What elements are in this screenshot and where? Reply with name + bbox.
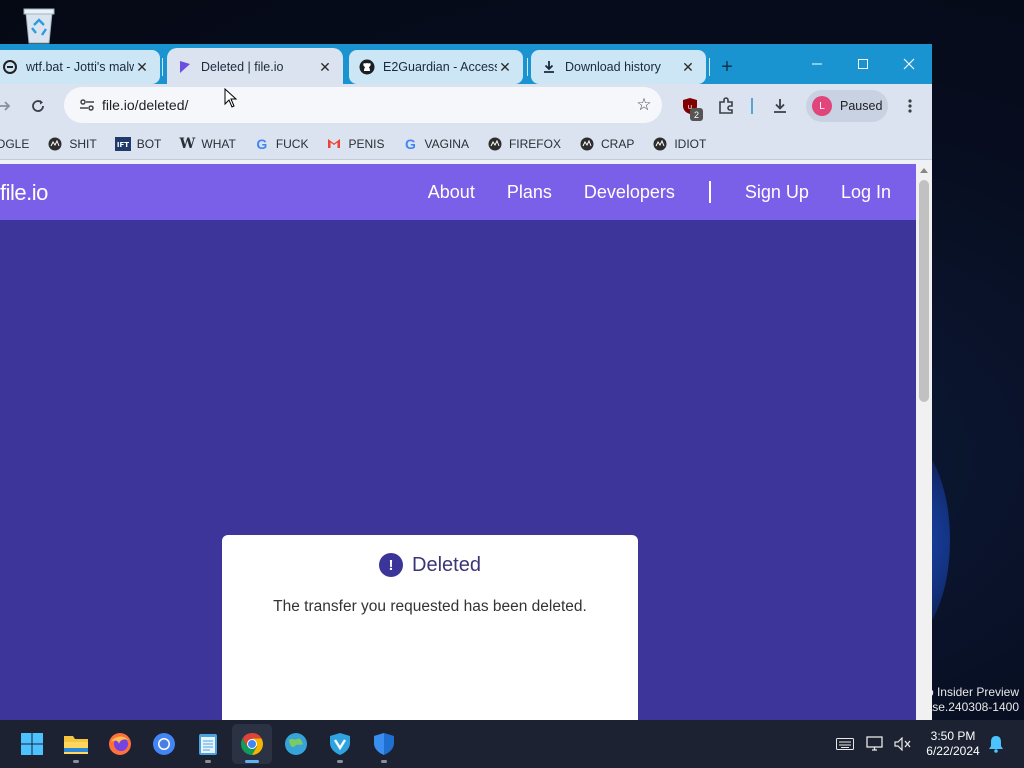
- taskbar: 3:50 PM 6/22/2024: [0, 720, 1024, 768]
- globe-icon: [47, 136, 63, 152]
- address-bar[interactable]: file.io/deleted/ ☆: [64, 87, 662, 123]
- browser-toolbar: file.io/deleted/ ☆ u 2 L Paused: [0, 84, 932, 128]
- url-text[interactable]: file.io/deleted/: [102, 97, 626, 113]
- svg-text:IFT: IFT: [117, 141, 129, 149]
- keyboard-icon[interactable]: [836, 720, 854, 768]
- deleted-card: ! Deleted The transfer you requested has…: [222, 535, 638, 720]
- bookmark-item[interactable]: G VAGINA: [403, 136, 469, 152]
- defender-shield-icon[interactable]: [364, 724, 404, 764]
- close-icon[interactable]: ✕: [317, 59, 333, 76]
- gmail-icon: [326, 136, 342, 152]
- browser-window: wtf.bat - Jotti's malwa ✕ Deleted | file…: [0, 44, 932, 720]
- bookmark-item[interactable]: SHIT: [47, 136, 97, 152]
- toolbar-divider: [751, 98, 753, 114]
- windows-insider-watermark: o Insider Preview ease.240308-1400: [918, 685, 1019, 714]
- tab-separator: [162, 58, 163, 76]
- maximize-button[interactable]: [840, 44, 886, 84]
- mouse-cursor-icon: [224, 88, 238, 108]
- recycle-bin-icon[interactable]: [18, 6, 60, 46]
- tab-title: Deleted | file.io: [201, 60, 284, 74]
- forward-icon[interactable]: [0, 92, 18, 120]
- close-icon[interactable]: ✕: [680, 59, 696, 76]
- profile-button[interactable]: L Paused: [806, 90, 888, 122]
- profile-status: Paused: [840, 99, 883, 113]
- tab-download-history[interactable]: Download history ✕: [531, 50, 706, 84]
- google-icon: G: [256, 135, 268, 152]
- bookmark-star-icon[interactable]: ☆: [626, 95, 662, 115]
- card-title-text: Deleted: [412, 553, 481, 576]
- taskbar-clock[interactable]: 3:50 PM 6/22/2024: [920, 729, 986, 759]
- card-title: ! Deleted: [222, 553, 638, 577]
- vpn-shield-icon[interactable]: [320, 724, 360, 764]
- site-logo[interactable]: file.io: [0, 180, 48, 206]
- fileio-icon: [177, 59, 193, 75]
- tab-separator: [709, 58, 710, 76]
- nav-about-link[interactable]: About: [428, 182, 475, 203]
- nav-divider: [708, 181, 711, 203]
- site-header: file.io About Plans Developers Sign Up L…: [0, 164, 916, 220]
- tab-title: Download history: [565, 60, 661, 74]
- bookmark-item[interactable]: CRAP: [579, 136, 634, 152]
- tab-fileio[interactable]: Deleted | file.io ✕: [167, 48, 343, 86]
- minimize-button[interactable]: [794, 44, 840, 84]
- chrome-icon[interactable]: [232, 724, 272, 764]
- nav-developers-link[interactable]: Developers: [584, 182, 675, 203]
- alert-icon: !: [379, 553, 404, 577]
- chromium-icon[interactable]: [144, 724, 184, 764]
- notification-bell-icon[interactable]: [988, 720, 1004, 768]
- extension-badge: 2: [690, 108, 703, 121]
- menu-kebab-icon[interactable]: [896, 92, 924, 120]
- globe-icon: [487, 136, 503, 152]
- card-message: The transfer you requested has been dele…: [273, 598, 587, 615]
- jotti-icon: [2, 59, 18, 75]
- globe-icon: [579, 136, 595, 152]
- new-tab-button[interactable]: +: [713, 53, 741, 81]
- globe-icon: [652, 136, 668, 152]
- bookmark-item[interactable]: FIREFOX: [487, 136, 561, 152]
- close-window-button[interactable]: [886, 44, 932, 84]
- nav-plans-link[interactable]: Plans: [507, 182, 552, 203]
- file-explorer-icon[interactable]: [56, 724, 96, 764]
- ift-icon: IFT: [114, 136, 131, 152]
- downloads-icon[interactable]: [766, 92, 794, 120]
- bookmark-item[interactable]: IDIOT: [652, 136, 706, 152]
- notepad-icon[interactable]: [188, 724, 228, 764]
- tab-jotti[interactable]: wtf.bat - Jotti's malwa ✕: [0, 50, 160, 84]
- page-scrollbar[interactable]: [916, 164, 932, 720]
- tab-title: E2Guardian - Access: [383, 60, 497, 74]
- nav-signup-link[interactable]: Sign Up: [745, 182, 809, 203]
- firefox-icon[interactable]: [100, 724, 140, 764]
- extensions-puzzle-icon[interactable]: [712, 92, 740, 120]
- tab-strip: wtf.bat - Jotti's malwa ✕ Deleted | file…: [0, 44, 932, 86]
- bookmark-item[interactable]: W WHAT: [179, 135, 236, 152]
- wikipedia-icon: W: [179, 135, 196, 152]
- nav-login-link[interactable]: Log In: [841, 182, 891, 203]
- tab-e2guardian[interactable]: E2Guardian - Access ✕: [349, 50, 523, 84]
- close-icon[interactable]: ✕: [497, 59, 513, 76]
- close-icon[interactable]: ✕: [134, 59, 150, 76]
- clock-time: 3:50 PM: [930, 729, 976, 743]
- network-icon[interactable]: [866, 720, 884, 768]
- bookmark-item[interactable]: IFT BOT: [114, 136, 161, 152]
- scroll-up-arrow[interactable]: [920, 168, 928, 173]
- site-info-icon[interactable]: [72, 98, 102, 112]
- page-viewport: file.io About Plans Developers Sign Up L…: [0, 164, 916, 720]
- bookmark-item[interactable]: G FUCK: [254, 135, 308, 152]
- bookmark-item[interactable]: PENIS: [326, 136, 385, 152]
- site-nav: About Plans Developers Sign Up Log In: [396, 164, 891, 220]
- avatar: L: [812, 96, 832, 116]
- bookmarks-bar: OGLE SHIT IFT BOT W WHAT G FUCK PENIS G …: [0, 128, 932, 160]
- google-icon: G: [405, 135, 416, 152]
- maps-globe-icon[interactable]: [276, 724, 316, 764]
- clock-date: 6/22/2024: [926, 744, 980, 758]
- download-icon: [541, 59, 557, 75]
- reload-icon[interactable]: [24, 92, 52, 120]
- start-button[interactable]: [12, 724, 52, 764]
- volume-muted-icon[interactable]: [894, 720, 912, 768]
- github-icon: [359, 59, 375, 75]
- bookmark-item[interactable]: OGLE: [0, 137, 29, 151]
- tab-separator: [527, 58, 528, 76]
- scroll-thumb[interactable]: [919, 180, 929, 402]
- tab-title: wtf.bat - Jotti's malwa: [26, 60, 134, 74]
